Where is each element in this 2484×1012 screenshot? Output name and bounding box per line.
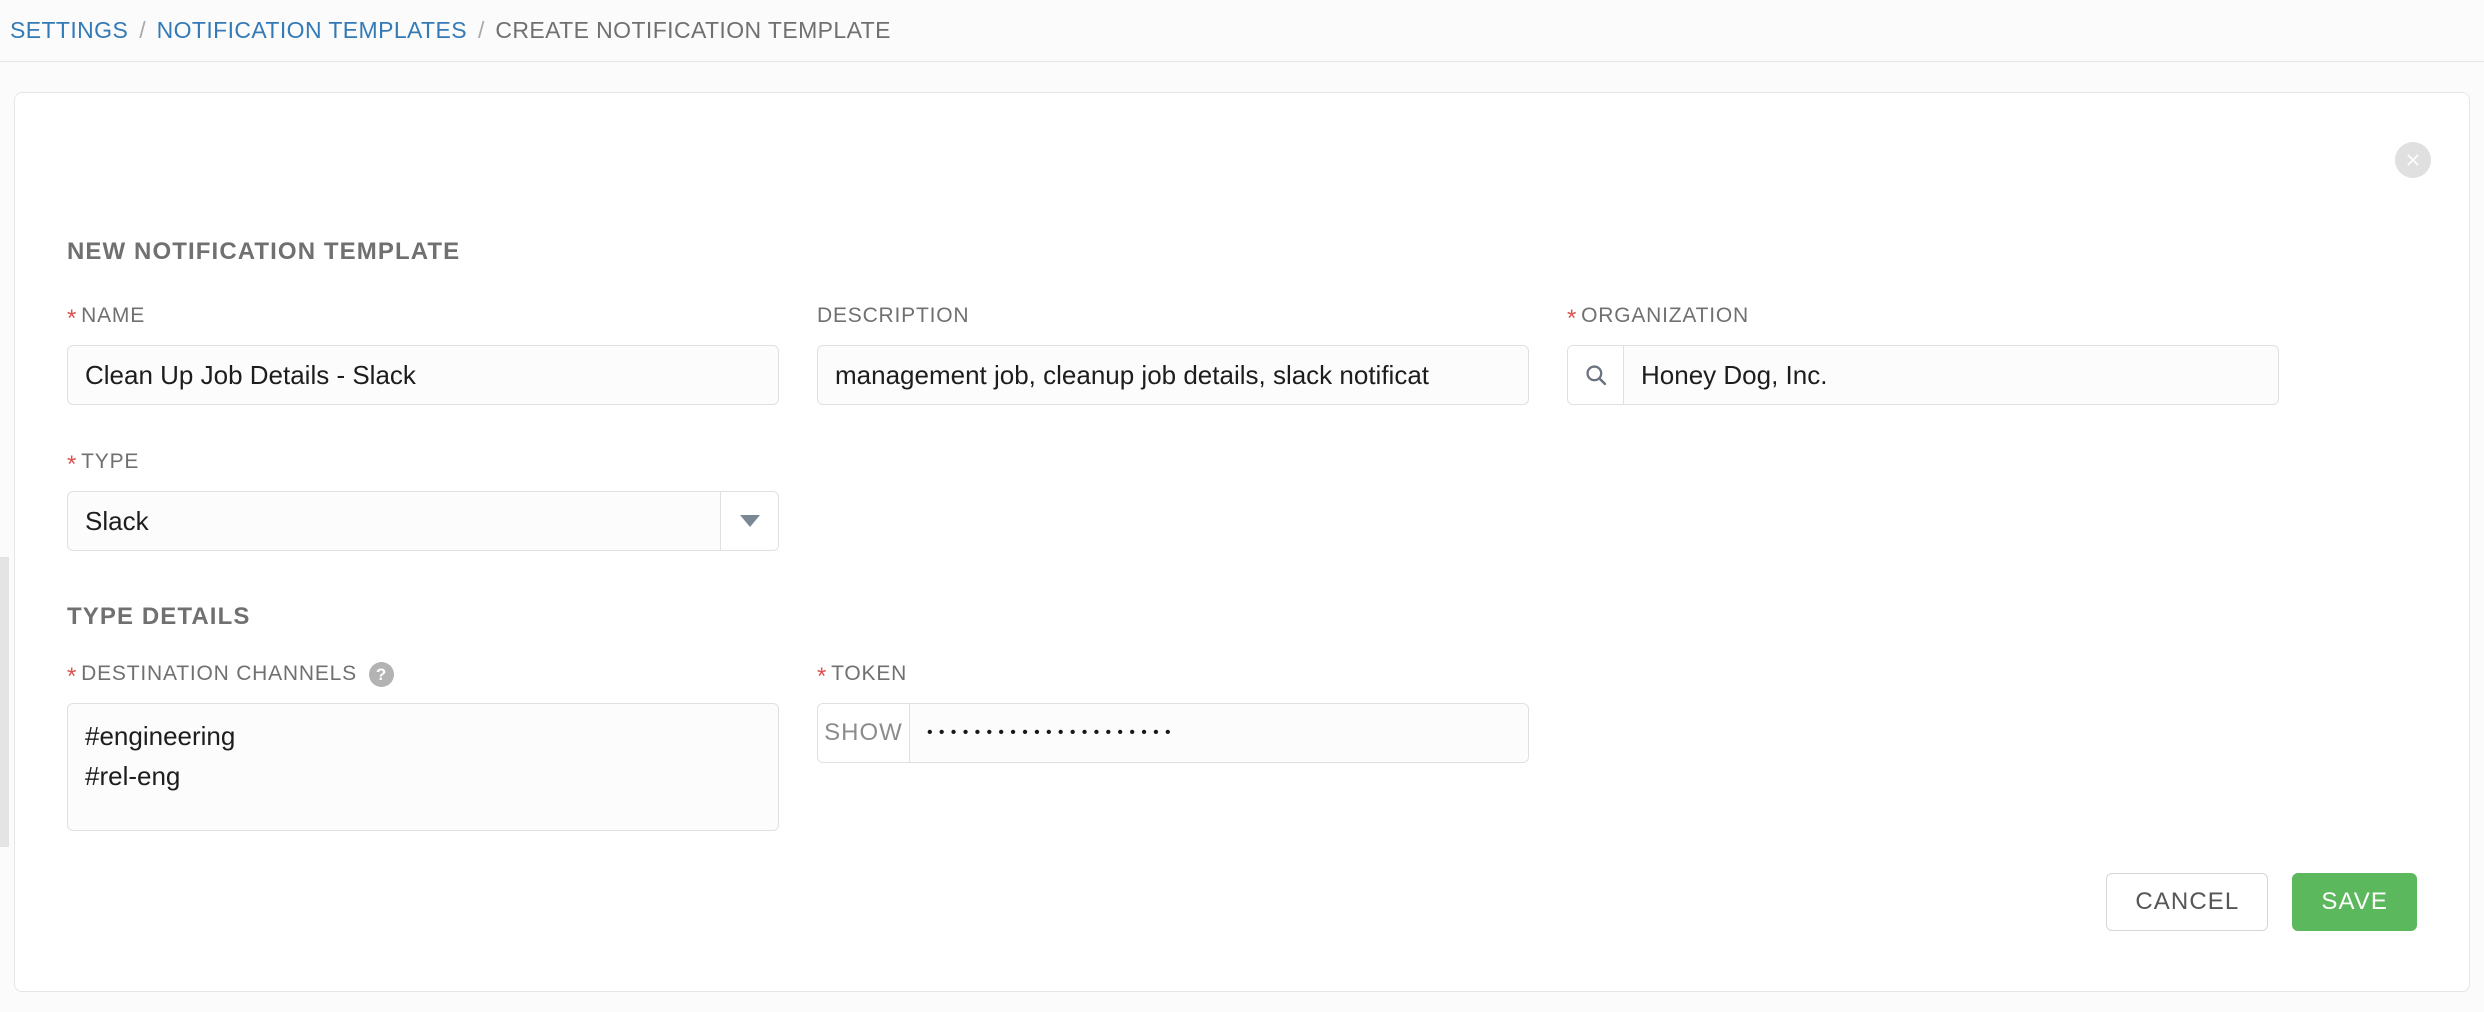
description-input-value: management job, cleanup job details, sla… <box>835 360 1430 390</box>
required-marker: * <box>817 663 828 690</box>
page-title: NEW NOTIFICATION TEMPLATE <box>67 238 461 265</box>
field-label-destination-channels: * DESTINATION CHANNELS ? <box>67 661 779 690</box>
save-button[interactable]: SAVE <box>2292 873 2417 931</box>
type-select-value: Slack <box>85 505 149 536</box>
required-marker: * <box>67 305 78 332</box>
new-notification-template-card: NEW NOTIFICATION TEMPLATE * NAME Clean U… <box>14 92 2470 992</box>
question-mark-icon[interactable]: ? <box>368 661 394 687</box>
field-token: * TOKEN SHOW ••••••••••••••••••••• <box>817 661 1529 831</box>
label-text: TYPE <box>81 450 140 473</box>
required-marker: * <box>67 451 78 478</box>
description-input[interactable]: management job, cleanup job details, sla… <box>817 345 1529 405</box>
field-name: * NAME Clean Up Job Details - Slack <box>67 303 779 405</box>
label-text: DESCRIPTION <box>817 304 970 327</box>
field-organization: * ORGANIZATION Honey Dog, Inc. <box>1567 303 2279 405</box>
field-label-description: DESCRIPTION <box>817 303 1529 329</box>
section-heading-type-details: TYPE DETAILS <box>67 603 251 630</box>
label-text: TOKEN <box>831 662 908 685</box>
organization-input-value: Honey Dog, Inc. <box>1641 360 1828 390</box>
label-text: ORGANIZATION <box>1581 304 1750 327</box>
field-label-organization: * ORGANIZATION <box>1567 303 2279 332</box>
required-marker: * <box>67 663 78 690</box>
search-icon[interactable] <box>1568 346 1624 404</box>
field-label-type: * TYPE <box>67 449 779 478</box>
breadcrumb: SETTINGS / NOTIFICATION TEMPLATES / CREA… <box>0 0 2484 62</box>
breadcrumb-item-notification-templates[interactable]: NOTIFICATION TEMPLATES <box>157 17 467 44</box>
field-description: DESCRIPTION management job, cleanup job … <box>817 303 1529 405</box>
field-destination-channels: * DESTINATION CHANNELS ? #engineering #r… <box>67 661 779 831</box>
field-label-name: * NAME <box>67 303 779 332</box>
field-label-token: * TOKEN <box>817 661 1529 690</box>
breadcrumb-separator: / <box>139 17 146 43</box>
field-type: * TYPE Slack <box>67 449 779 551</box>
show-token-button[interactable]: SHOW <box>818 704 910 762</box>
card-footer: CANCEL SAVE <box>2106 873 2417 931</box>
type-select[interactable]: Slack <box>67 491 779 551</box>
form-row-1: * NAME Clean Up Job Details - Slack DESC… <box>67 303 2417 405</box>
breadcrumb-item-settings[interactable]: SETTINGS <box>10 17 128 44</box>
label-text: DESTINATION CHANNELS <box>81 662 357 685</box>
name-input[interactable]: Clean Up Job Details - Slack <box>67 345 779 405</box>
name-input-value: Clean Up Job Details - Slack <box>85 360 416 390</box>
close-icon[interactable] <box>2395 142 2431 178</box>
destination-channels-textarea[interactable]: #engineering #rel-eng <box>67 703 779 831</box>
required-marker: * <box>1567 305 1578 332</box>
cancel-button[interactable]: CANCEL <box>2106 873 2269 931</box>
breadcrumb-item-create-notification-template: CREATE NOTIFICATION TEMPLATE <box>495 17 891 43</box>
vertical-scrollbar-thumb[interactable] <box>0 557 9 847</box>
form-row-2: * TYPE Slack <box>67 449 2417 551</box>
label-text: NAME <box>81 304 146 327</box>
organization-input-group[interactable]: Honey Dog, Inc. <box>1567 345 2279 405</box>
chevron-down-icon[interactable] <box>720 492 778 550</box>
breadcrumb-separator: / <box>478 17 485 43</box>
form-area: * NAME Clean Up Job Details - Slack DESC… <box>67 303 2417 831</box>
card-wrapper: NEW NOTIFICATION TEMPLATE * NAME Clean U… <box>0 62 2484 992</box>
token-input-value: ••••••••••••••••••••• <box>927 724 1177 741</box>
form-row-3: * DESTINATION CHANNELS ? #engineering #r… <box>67 661 2417 831</box>
token-input-group[interactable]: SHOW ••••••••••••••••••••• <box>817 703 1529 763</box>
